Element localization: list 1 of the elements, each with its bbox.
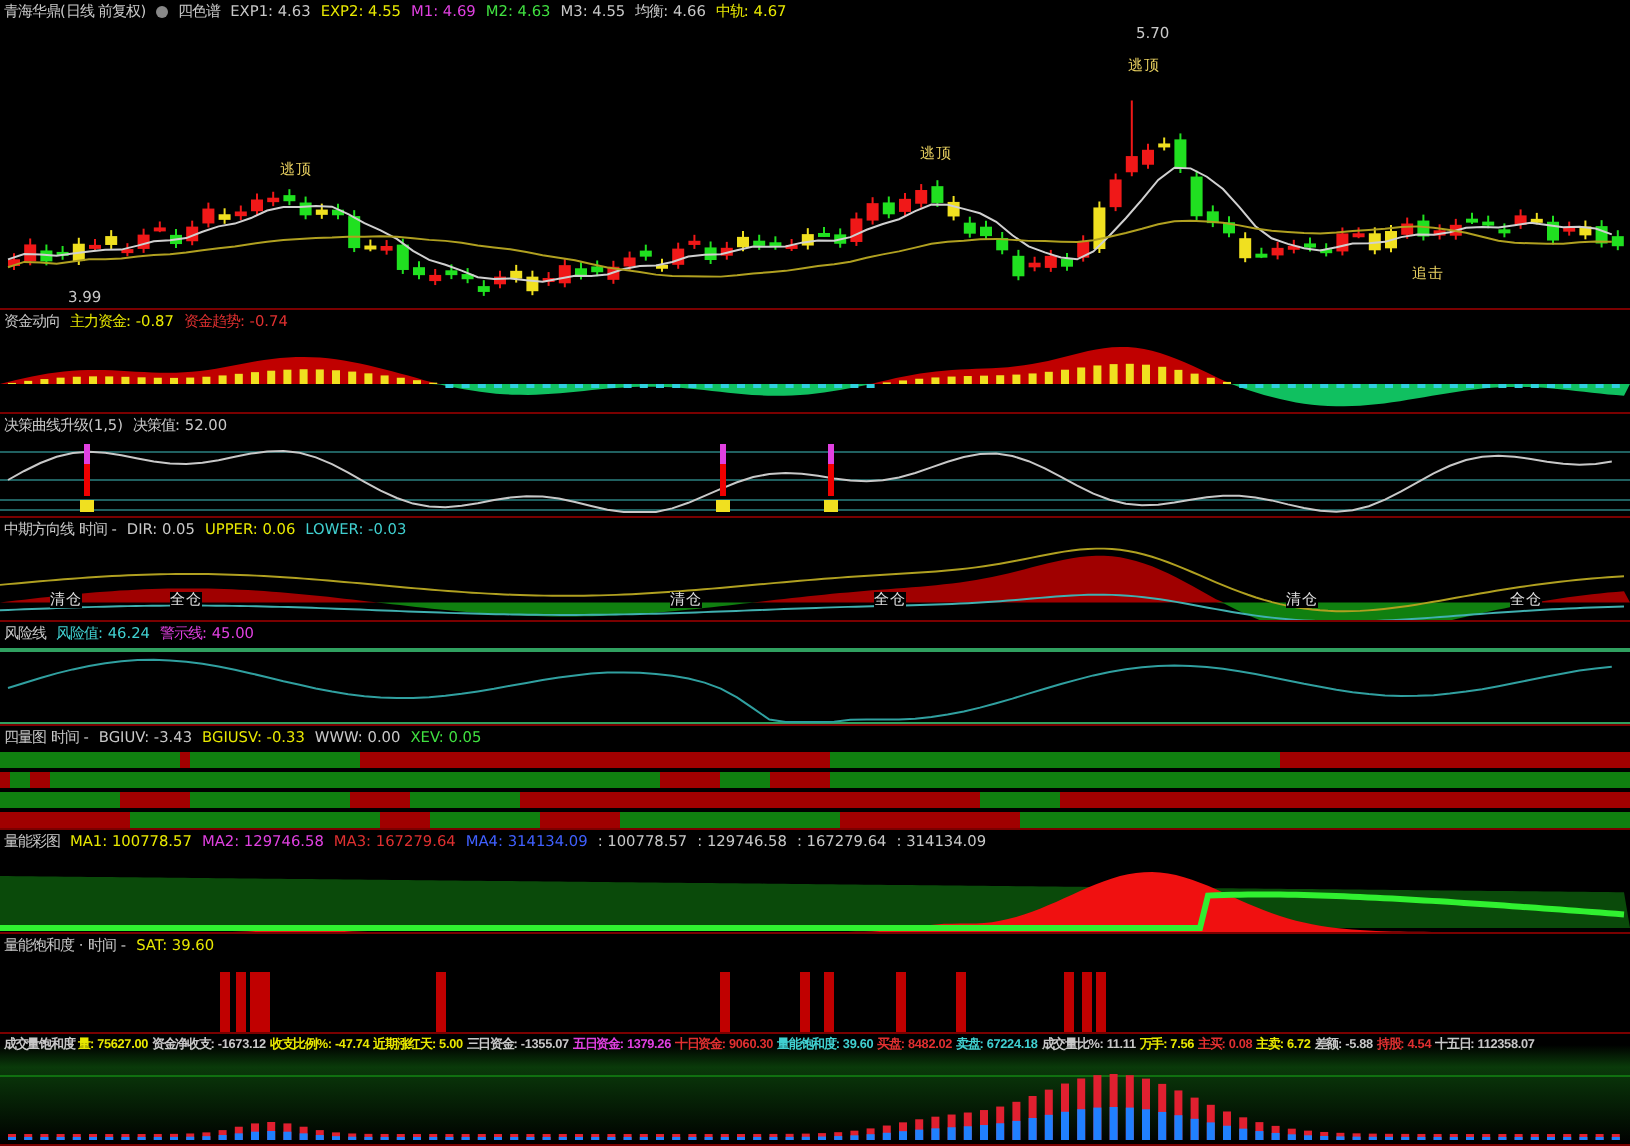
indicator-toggle-icon[interactable] [156,5,169,17]
